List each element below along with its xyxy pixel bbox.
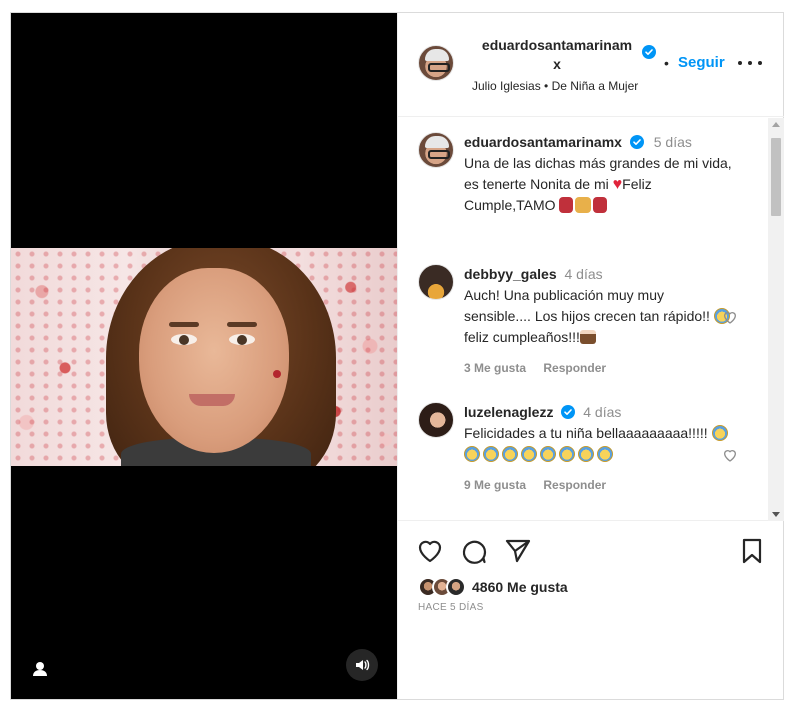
more-dot [738, 61, 742, 65]
face-emoji [502, 446, 518, 462]
reply-button[interactable]: Responder [543, 361, 606, 375]
comments-list[interactable]: eduardosantamarinamx 5 días Una de las d… [398, 118, 784, 521]
face-emoji [464, 446, 480, 462]
comment-username[interactable]: debbyy_gales [464, 266, 557, 282]
likes-summary[interactable]: 4860 Me gusta [418, 575, 568, 599]
photo-mouth [189, 394, 235, 406]
dance-emoji [559, 197, 574, 213]
dancer-emoji [593, 197, 608, 213]
comment-likes[interactable]: 3 Me gusta [464, 361, 526, 375]
photo-brow-left [169, 322, 199, 327]
face-emoji [597, 446, 613, 462]
caption-text: Una de las dichas más grandes de mi vida… [464, 153, 734, 216]
post-header: eduardosantamarinam x • Seguir Julio Igl… [398, 13, 784, 117]
author-avatar[interactable] [418, 45, 454, 81]
post-side-panel: eduardosantamarinam x • Seguir Julio Igl… [397, 13, 784, 699]
comment-actions: 3 Me gusta Responder [464, 358, 734, 379]
comment-body: luzelenaglezz 4 días Felicidades a tu ni… [464, 402, 734, 496]
face-emoji [483, 446, 499, 462]
bookmark-icon[interactable] [738, 537, 766, 565]
commenter-avatar[interactable] [418, 264, 454, 300]
more-dot [758, 61, 762, 65]
caption-username[interactable]: eduardosantamarinamx [464, 134, 622, 150]
author-username[interactable]: eduardosantamarinam x [472, 36, 642, 74]
face-emoji [578, 446, 594, 462]
red-heart-emoji: ♥ [612, 176, 623, 193]
follow-button[interactable]: Seguir [678, 54, 725, 71]
sound-toggle-button[interactable] [346, 649, 378, 681]
more-icon[interactable] [738, 57, 762, 69]
comment-text-start: Felicidades a tu niña bellaaaaaaaaa!!!!! [464, 425, 712, 441]
comment-text-end: feliz cumpleaños!!! [464, 329, 580, 345]
face-emoji [540, 446, 556, 462]
comment-text: Felicidades a tu niña bellaaaaaaaaa!!!!! [464, 423, 734, 465]
post-dialog: eduardosantamarinam x • Seguir Julio Igl… [10, 12, 784, 700]
photo-face [139, 268, 289, 453]
comment-likes[interactable]: 9 Me gusta [464, 478, 526, 492]
liker-avatar [446, 577, 466, 597]
caption-text-start: Una de las dichas más grandes de mi vida… [464, 155, 732, 192]
header-separator: • [664, 55, 669, 71]
caption-body: eduardosantamarinamx 5 días Una de las d… [464, 132, 734, 216]
scrollbar-thumb[interactable] [771, 138, 781, 216]
reply-button[interactable]: Responder [543, 478, 606, 492]
comment-like-heart-icon[interactable] [722, 309, 738, 325]
comment-time[interactable]: 4 días [583, 404, 621, 420]
post-actions-bar [398, 533, 784, 573]
photo-eye-left [171, 334, 197, 345]
comment-like-heart-icon[interactable] [722, 447, 738, 463]
comment-text: Auch! Una publicación muy muy sensible..… [464, 285, 734, 348]
post-photo [11, 248, 397, 466]
commenter-avatar[interactable] [418, 402, 454, 438]
heart-icon[interactable] [416, 537, 444, 565]
verified-badge-icon [629, 135, 644, 149]
comment-icon[interactable] [460, 537, 488, 565]
comment-text-start: Auch! Una publicación muy muy sensible..… [464, 287, 714, 324]
user-tag-icon[interactable] [29, 658, 51, 680]
cake-emoji [579, 330, 596, 344]
photo-earring [273, 370, 281, 378]
face-emoji [521, 446, 537, 462]
hands-emoji [575, 197, 592, 213]
speaker-icon [356, 659, 370, 671]
photo-brow-right [227, 322, 257, 327]
comment-actions: 9 Me gusta Responder [464, 475, 734, 496]
scroll-down-arrow-icon[interactable] [772, 512, 780, 517]
photo-eye-right [229, 334, 255, 345]
post-timestamp[interactable]: HACE 5 DÍAS [418, 602, 484, 613]
comment-username[interactable]: luzelenaglezz [464, 404, 553, 420]
comments-scrollbar[interactable] [768, 118, 784, 521]
caption-time[interactable]: 5 días [654, 134, 692, 150]
likes-count[interactable]: 4860 Me gusta [472, 579, 568, 595]
face-emoji [711, 425, 728, 441]
face-emoji [559, 446, 575, 462]
share-icon[interactable] [504, 537, 532, 565]
scroll-up-arrow-icon[interactable] [772, 122, 780, 127]
verified-badge-icon [561, 405, 576, 419]
caption-avatar[interactable] [418, 132, 454, 168]
verified-badge-icon [642, 45, 656, 59]
audio-track[interactable]: Julio Iglesias • De Niña a Mujer [472, 79, 638, 93]
more-dot [748, 61, 752, 65]
comment-time[interactable]: 4 días [565, 266, 603, 282]
comment-body: debbyy_gales 4 días Auch! Una publicació… [464, 264, 734, 379]
post-media[interactable] [11, 13, 397, 699]
